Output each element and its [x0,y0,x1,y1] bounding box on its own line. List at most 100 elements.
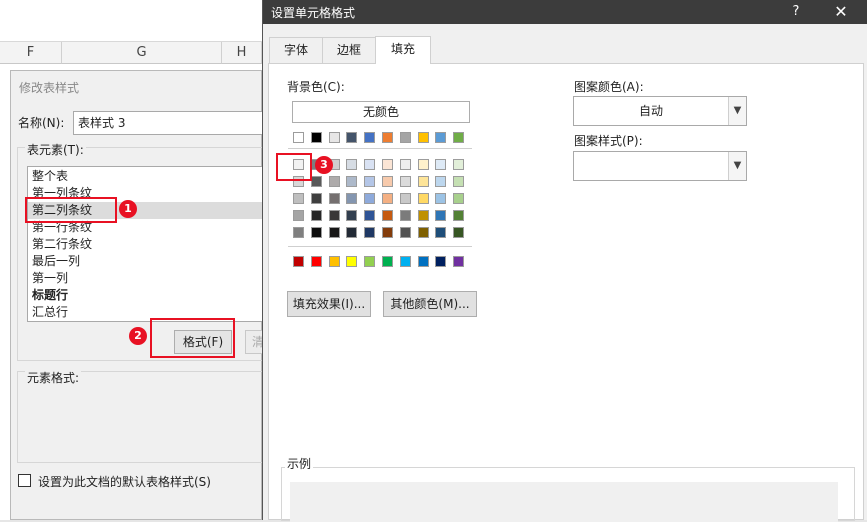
list-item[interactable]: 汇总行 [32,304,68,321]
theme-tint-swatch[interactable] [346,176,358,187]
theme-tint-swatch[interactable] [453,227,465,238]
pattern-style-label: 图案样式(P): [574,134,643,148]
theme-tint-swatch[interactable] [417,227,429,238]
list-item[interactable]: 第一列 [32,270,68,287]
close-button[interactable]: ✕ [829,1,853,23]
theme-tint-swatch[interactable] [399,193,411,204]
theme-tint-swatch[interactable] [310,176,322,187]
table-element-list[interactable]: 整个表 第一列条纹 第二列条纹 第一行条纹 第二行条纹 最后一列 第一列 标题行… [27,166,277,322]
theme-tint-swatch[interactable] [364,193,376,204]
theme-tint-swatch[interactable] [346,210,358,221]
theme-tint-swatch[interactable] [310,193,322,204]
highlight-box-3 [276,153,312,181]
more-colors-button[interactable]: 其他颜色(M)... [383,291,477,317]
theme-tint-swatch[interactable] [382,210,393,221]
standard-color-swatch[interactable] [453,256,465,267]
pattern-style-dropdown[interactable]: ▼ [573,151,747,181]
default-style-checkbox[interactable] [18,474,31,487]
theme-color-swatch[interactable] [293,132,304,143]
list-item[interactable]: 第二行条纹 [32,236,92,253]
standard-color-swatch[interactable] [328,256,340,267]
list-item[interactable]: 整个表 [32,168,68,185]
pattern-color-dropdown[interactable]: 自动 ▼ [573,96,747,126]
theme-tint-swatch[interactable] [328,193,340,204]
fill-tab-panel: 背景色(C): 无颜色 填充效果(I)... 其他颜色(M)... 图案颜色(A… [268,63,864,522]
standard-color-swatch[interactable] [435,256,447,267]
theme-tint-swatch[interactable] [399,210,411,221]
theme-tint-swatch[interactable] [293,193,304,204]
column-header-h[interactable]: H [222,42,262,64]
standard-color-swatch[interactable] [417,256,429,267]
modify-table-style-dialog: 修改表样式 名称(N): 表样式 3 表元素(T): 整个表 第一列条纹 第二列… [10,70,277,520]
standard-color-swatch[interactable] [382,256,393,267]
step-badge-1: 1 [119,200,137,218]
help-button[interactable]: ? [785,2,807,22]
sample-label: 示例 [285,455,314,472]
theme-tint-swatch[interactable] [364,159,376,170]
standard-color-swatch[interactable] [310,256,322,267]
theme-color-swatch[interactable] [417,132,429,143]
theme-tint-swatch[interactable] [382,176,393,187]
theme-tint-swatch[interactable] [399,176,411,187]
theme-color-swatch[interactable] [435,132,447,143]
theme-tint-swatch[interactable] [453,193,465,204]
theme-tint-swatch[interactable] [364,210,376,221]
theme-tint-swatch[interactable] [435,193,447,204]
theme-color-swatch[interactable] [399,132,411,143]
theme-tint-swatch[interactable] [310,210,322,221]
theme-tint-swatch[interactable] [382,193,393,204]
theme-tint-swatch[interactable] [364,176,376,187]
theme-color-swatch[interactable] [310,132,322,143]
theme-tint-swatch[interactable] [346,193,358,204]
theme-tint-swatch[interactable] [399,159,411,170]
column-header-f[interactable]: F [0,42,62,64]
theme-tint-swatch[interactable] [435,159,447,170]
theme-tint-swatch[interactable] [328,227,340,238]
theme-tint-swatch[interactable] [417,176,429,187]
column-header-g[interactable]: G [62,42,222,64]
theme-tint-swatch[interactable] [328,210,340,221]
title-bar: 设置单元格格式 ? ✕ [263,0,867,24]
theme-tint-swatch[interactable] [382,227,393,238]
theme-tint-swatch[interactable] [435,227,447,238]
formula-bar-area [0,0,262,42]
theme-tint-swatch[interactable] [364,227,376,238]
theme-tint-swatch[interactable] [346,227,358,238]
theme-color-swatch[interactable] [328,132,340,143]
theme-tint-swatch[interactable] [293,210,304,221]
theme-color-swatch[interactable] [453,132,465,143]
tab-fill[interactable]: 填充 [375,36,431,64]
theme-tint-swatch[interactable] [453,210,465,221]
tab-font[interactable]: 字体 [269,37,323,63]
theme-tint-swatch[interactable] [453,176,465,187]
theme-tint-swatch[interactable] [417,193,429,204]
theme-tint-swatch[interactable] [346,159,358,170]
theme-tint-swatch[interactable] [310,227,322,238]
chevron-down-icon: ▼ [728,152,746,180]
theme-tint-swatch[interactable] [328,176,340,187]
standard-color-swatch[interactable] [364,256,376,267]
palette-separator [288,148,472,149]
standard-color-swatch[interactable] [399,256,411,267]
theme-tint-swatch[interactable] [293,227,304,238]
pattern-color-label: 图案颜色(A): [574,80,644,94]
list-item[interactable]: 最后一列 [32,253,80,270]
list-item[interactable]: 标题行 [32,287,68,304]
standard-color-swatch[interactable] [346,256,358,267]
theme-tint-swatch[interactable] [417,210,429,221]
name-input[interactable]: 表样式 3 [73,111,273,135]
standard-color-swatch[interactable] [293,256,304,267]
theme-tint-swatch[interactable] [382,159,393,170]
theme-tint-swatch[interactable] [435,176,447,187]
theme-tint-swatch[interactable] [399,227,411,238]
theme-color-swatch[interactable] [364,132,376,143]
theme-tint-swatch[interactable] [435,210,447,221]
theme-color-swatch[interactable] [346,132,358,143]
tab-border[interactable]: 边框 [322,37,376,63]
theme-tint-swatch[interactable] [453,159,465,170]
sample-preview [290,482,838,522]
fill-effects-button[interactable]: 填充效果(I)... [287,291,371,317]
theme-tint-swatch[interactable] [417,159,429,170]
theme-color-swatch[interactable] [382,132,393,143]
chevron-down-icon: ▼ [728,97,746,125]
